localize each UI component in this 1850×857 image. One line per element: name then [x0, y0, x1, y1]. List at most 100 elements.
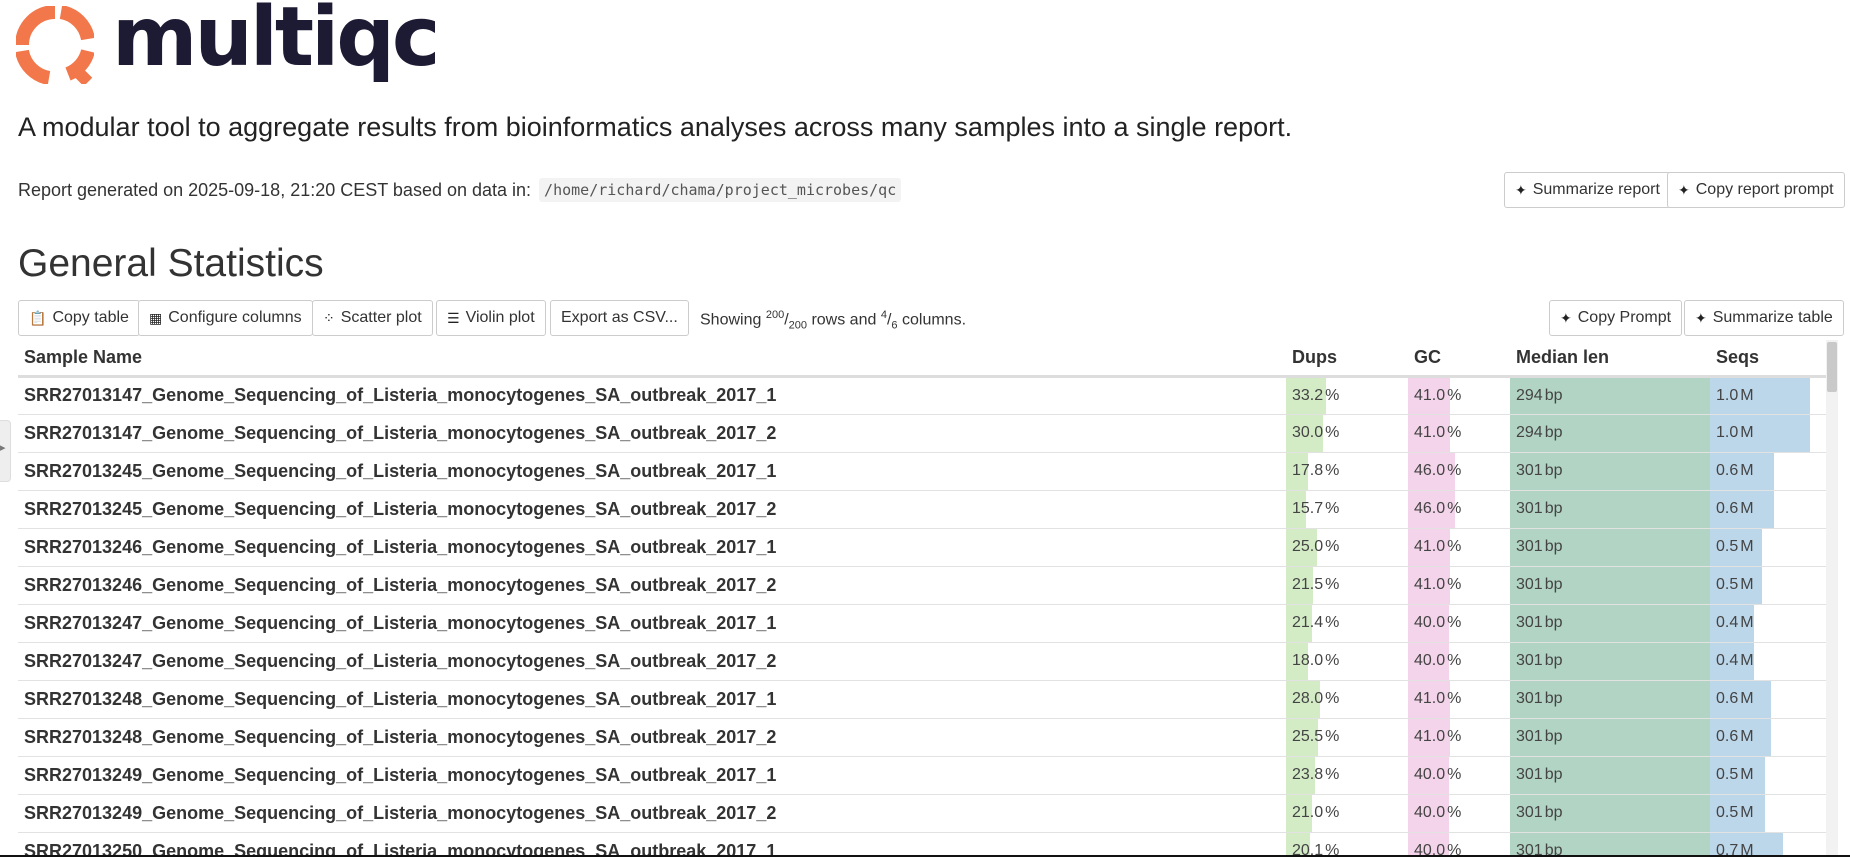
median-len-unit: bp	[1544, 614, 1563, 631]
seqs-value: 0.6 M	[1710, 462, 1754, 479]
summarize-table-button[interactable]: ✦ Summarize table	[1684, 300, 1844, 336]
gc-number: 46.0	[1414, 500, 1446, 517]
dups-cell: 23.8%	[1286, 755, 1408, 794]
showing-summary: Showing 200/200 rows and 4/6 columns.	[700, 309, 967, 332]
median-len-unit: bp	[1544, 500, 1563, 517]
sample-name-cell[interactable]: SRR27013246_Genome_Sequencing_of_Listeri…	[18, 527, 1286, 566]
seqs-cell: 0.6 M	[1710, 717, 1826, 756]
gc-cell: 41.0%	[1408, 679, 1510, 718]
configure-columns-label: Configure columns	[168, 309, 302, 326]
seqs-cell: 0.7 M	[1710, 831, 1826, 857]
dups-value: 33.2%	[1286, 387, 1339, 404]
seqs-number: 0.4	[1716, 614, 1739, 631]
summarize-report-label: Summarize report	[1532, 181, 1660, 198]
dups-unit: %	[1325, 538, 1340, 555]
seqs-unit: M	[1740, 462, 1754, 479]
gc-number: 40.0	[1414, 652, 1446, 669]
copy-table-button[interactable]: 📋 Copy table	[18, 300, 140, 336]
median-len-cell: 301 bp	[1510, 679, 1710, 718]
copy-prompt-button[interactable]: ✦ Copy Prompt	[1549, 300, 1683, 336]
cols-total: 6	[891, 319, 898, 332]
gc-number: 40.0	[1414, 614, 1446, 631]
grid-icon: ▦	[149, 309, 163, 326]
violin-plot-button[interactable]: ☰ Violin plot	[436, 300, 546, 336]
rows-total: 200	[788, 319, 807, 332]
seqs-number: 0.6	[1716, 690, 1739, 707]
median-len-cell: 301 bp	[1510, 565, 1710, 604]
scatter-plot-button[interactable]: ⁘ Scatter plot	[312, 300, 433, 336]
dups-value: 25.5%	[1286, 728, 1339, 745]
export-csv-label: Export as CSV...	[561, 309, 678, 326]
gc-cell: 41.0%	[1408, 717, 1510, 756]
seqs-cell: 1.0 M	[1710, 375, 1826, 414]
median-len-unit: bp	[1544, 728, 1563, 745]
sample-name-cell[interactable]: SRR27013246_Genome_Sequencing_of_Listeri…	[18, 565, 1286, 604]
scrollbar-thumb[interactable]	[1827, 342, 1837, 392]
seqs-number: 0.5	[1716, 538, 1739, 555]
sample-name-cell[interactable]: SRR27013250_Genome_Sequencing_of_Listeri…	[18, 831, 1286, 857]
sample-name-cell[interactable]: SRR27013245_Genome_Sequencing_of_Listeri…	[18, 489, 1286, 528]
header-gc[interactable]: GC	[1408, 340, 1510, 378]
dups-unit: %	[1325, 728, 1340, 745]
seqs-unit: M	[1740, 424, 1754, 441]
dups-value: 21.0%	[1286, 804, 1339, 821]
sample-name-cell[interactable]: SRR27013249_Genome_Sequencing_of_Listeri…	[18, 755, 1286, 794]
dups-unit: %	[1325, 576, 1340, 593]
export-csv-button[interactable]: Export as CSV...	[550, 300, 689, 336]
seqs-value: 0.5 M	[1710, 804, 1754, 821]
median-len-number: 301	[1516, 500, 1543, 517]
median-len-value: 301 bp	[1510, 614, 1563, 631]
summarize-report-button[interactable]: ✦ Summarize report	[1504, 172, 1671, 208]
gc-cell: 41.0%	[1408, 413, 1510, 452]
sample-name-cell[interactable]: SRR27013247_Genome_Sequencing_of_Listeri…	[18, 641, 1286, 680]
header-dups[interactable]: Dups	[1286, 340, 1408, 378]
median-len-value: 301 bp	[1510, 690, 1563, 707]
gc-value: 41.0%	[1408, 387, 1461, 404]
sample-name-cell[interactable]: SRR27013248_Genome_Sequencing_of_Listeri…	[18, 717, 1286, 756]
seqs-cell: 0.5 M	[1710, 527, 1826, 566]
gc-value: 40.0%	[1408, 804, 1461, 821]
seqs-cell: 0.6 M	[1710, 489, 1826, 528]
median-len-cell: 301 bp	[1510, 755, 1710, 794]
median-len-number: 294	[1516, 424, 1543, 441]
dups-value: 15.7%	[1286, 500, 1339, 517]
configure-columns-button[interactable]: ▦ Configure columns	[138, 300, 313, 336]
median-len-number: 301	[1516, 652, 1543, 669]
dups-number: 33.2	[1292, 386, 1324, 404]
table-row: SRR27013250_Genome_Sequencing_of_Listeri…	[18, 831, 1826, 857]
median-len-value: 301 bp	[1510, 728, 1563, 745]
gc-unit: %	[1447, 500, 1462, 517]
sample-name-cell[interactable]: SRR27013247_Genome_Sequencing_of_Listeri…	[18, 603, 1286, 642]
dups-cell: 25.5%	[1286, 717, 1408, 756]
header-median-len[interactable]: Median len	[1510, 340, 1710, 378]
copy-table-label: Copy table	[52, 309, 129, 326]
table-scrollbar[interactable]	[1826, 340, 1838, 857]
median-len-unit: bp	[1544, 386, 1563, 404]
seqs-value: 1.0 M	[1710, 387, 1754, 404]
table-row: SRR27013147_Genome_Sequencing_of_Listeri…	[18, 375, 1826, 414]
sample-name-cell[interactable]: SRR27013147_Genome_Sequencing_of_Listeri…	[18, 375, 1286, 414]
sample-name-cell[interactable]: SRR27013147_Genome_Sequencing_of_Listeri…	[18, 413, 1286, 452]
gc-value: 46.0%	[1408, 462, 1461, 479]
seqs-number: 1.0	[1716, 386, 1739, 404]
header-sample-name[interactable]: Sample Name	[18, 340, 1286, 378]
sample-name-cell[interactable]: SRR27013248_Genome_Sequencing_of_Listeri…	[18, 679, 1286, 718]
gc-unit: %	[1447, 462, 1462, 479]
cols-shown: 4	[880, 309, 887, 321]
copy-report-prompt-button[interactable]: ✦ Copy report prompt	[1667, 172, 1845, 208]
seqs-cell: 0.4 M	[1710, 641, 1826, 680]
dups-cell: 25.0%	[1286, 527, 1408, 566]
dups-cell: 21.5%	[1286, 565, 1408, 604]
sample-name-cell[interactable]: SRR27013245_Genome_Sequencing_of_Listeri…	[18, 451, 1286, 490]
dups-number: 21.4	[1292, 614, 1324, 631]
median-len-number: 301	[1516, 538, 1543, 555]
median-len-value: 301 bp	[1510, 766, 1563, 783]
dups-value: 25.0%	[1286, 538, 1339, 555]
sidebar-toggle[interactable]: ▸	[0, 420, 11, 482]
median-len-cell: 301 bp	[1510, 451, 1710, 490]
cols-suffix: columns.	[901, 311, 967, 329]
sample-name-cell[interactable]: SRR27013249_Genome_Sequencing_of_Listeri…	[18, 793, 1286, 832]
dups-cell: 21.0%	[1286, 793, 1408, 832]
gc-unit: %	[1447, 576, 1462, 593]
header-seqs[interactable]: Seqs	[1710, 340, 1826, 378]
